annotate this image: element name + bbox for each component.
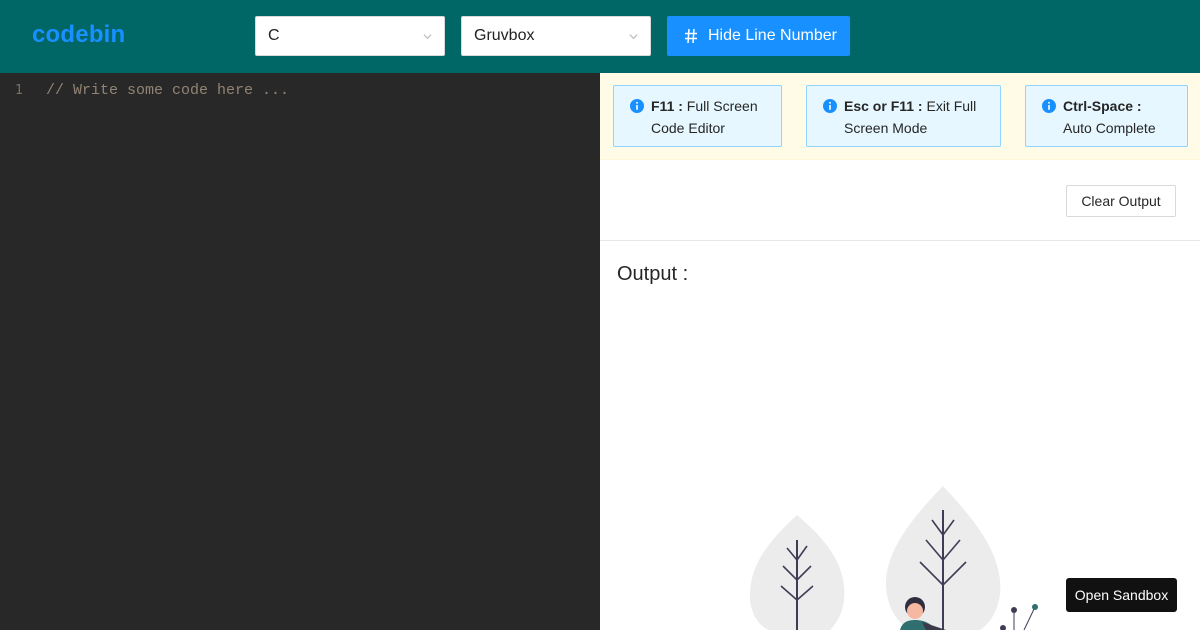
line-number: 1 [15, 83, 23, 98]
shortcut-hint-exit-fullscreen: Esc or F11 : Exit Full Screen Mode [806, 85, 1001, 147]
shortcut-hint-autocomplete: Ctrl-Space : Auto Complete [1025, 85, 1188, 147]
app-logo[interactable]: codebin [32, 21, 125, 49]
top-navbar: codebin C Gruvbox Hide Line Number [0, 0, 1200, 73]
hint-key: Ctrl-Space : [1063, 98, 1142, 114]
hint-key: F11 : [651, 98, 683, 114]
chevron-down-icon [423, 34, 432, 40]
info-icon [630, 99, 644, 113]
language-select-value: C [268, 27, 280, 44]
empty-state-illustration [749, 486, 1038, 630]
editor-placeholder: // Write some code here ... [46, 82, 290, 99]
theme-select-value: Gruvbox [474, 27, 535, 44]
hash-icon [685, 28, 697, 44]
output-toolbar: Clear Output [600, 160, 1200, 241]
open-sandbox-button[interactable]: Open Sandbox [1066, 578, 1177, 612]
info-icon [823, 99, 837, 113]
chevron-down-icon [629, 34, 638, 40]
output-title: Output : [617, 263, 689, 285]
info-icon [1042, 99, 1056, 113]
clear-output-button[interactable]: Clear Output [1066, 185, 1176, 217]
shortcut-hints: F11 : Full Screen Code Editor Esc or F11… [600, 73, 1200, 160]
language-select[interactable]: C [255, 16, 445, 56]
hint-key: Esc or F11 : [844, 98, 923, 114]
code-editor[interactable]: 1 // Write some code here ... [0, 73, 600, 630]
shortcut-hint-fullscreen: F11 : Full Screen Code Editor [613, 85, 782, 147]
hide-line-number-button[interactable]: Hide Line Number [667, 16, 850, 56]
hint-text: Auto Complete [1063, 120, 1156, 136]
hide-line-number-label: Hide Line Number [708, 27, 837, 44]
theme-select[interactable]: Gruvbox [461, 16, 651, 56]
